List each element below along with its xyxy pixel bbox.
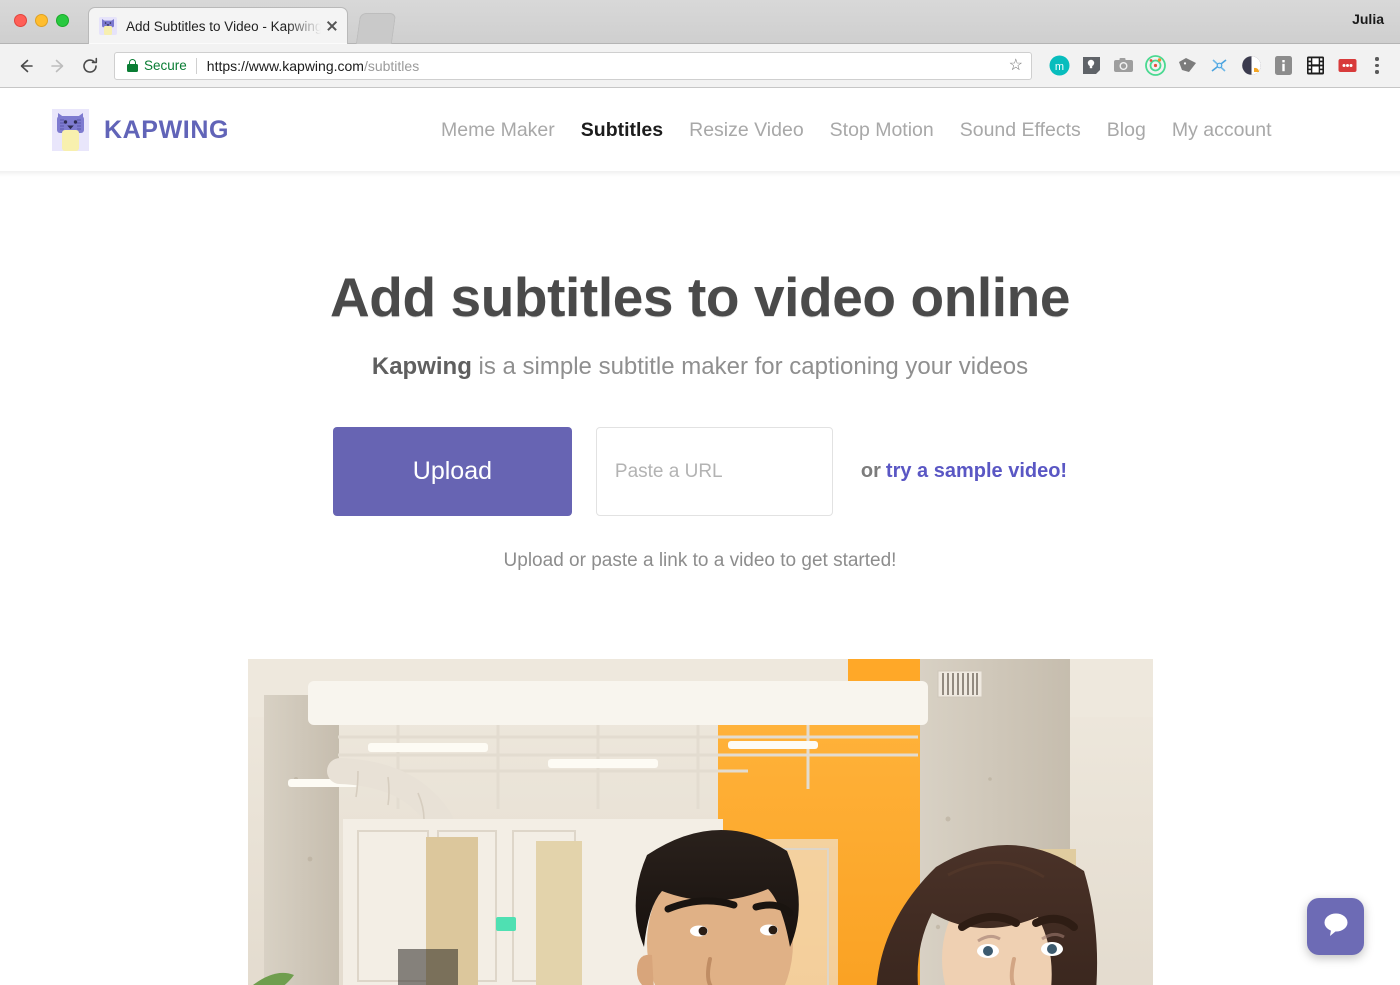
kapwing-logo-link[interactable]: KAPWING <box>52 109 229 151</box>
nav-item-stop-motion[interactable]: Stop Motion <box>830 119 960 142</box>
profile-name[interactable]: Julia <box>1352 11 1384 27</box>
browser-toolbar: Secure https://www.kapwing.com/subtitles… <box>0 44 1400 88</box>
upload-button[interactable]: Upload <box>332 427 572 516</box>
kapwing-cat-favicon <box>99 17 117 35</box>
minimize-window-button[interactable] <box>35 14 48 27</box>
info-extension-icon[interactable] <box>1272 55 1294 77</box>
keep-note-extension-icon[interactable] <box>1080 55 1102 77</box>
url-host: kapwing.com <box>282 57 364 74</box>
url-scheme: https://www. <box>206 57 283 74</box>
back-button[interactable] <box>10 50 42 82</box>
or-text: or <box>860 460 881 482</box>
url-text: https://www.kapwing.com/subtitles <box>207 58 419 74</box>
page-title: Add subtitles to video online <box>329 266 1071 328</box>
url-path: /subtitles <box>363 57 420 74</box>
nav-item-sound-effects[interactable]: Sound Effects <box>960 119 1107 142</box>
speech-bubble-icon <box>1322 911 1350 942</box>
close-tab-icon[interactable] <box>325 19 339 33</box>
paste-url-input[interactable] <box>595 427 833 516</box>
nav-item-meme-maker[interactable]: Meme Maker <box>441 119 581 142</box>
brand-wordmark: KAPWING <box>104 115 230 144</box>
browser-titlebar: Add Subtitles to Video - Kapwing Julia <box>0 0 1400 44</box>
browser-tab[interactable]: Add Subtitles to Video - Kapwing <box>88 7 348 44</box>
chat-bubble-button[interactable] <box>1307 898 1364 955</box>
main-navigation: Meme Maker Subtitles Resize Video Stop M… <box>441 89 1298 171</box>
close-window-button[interactable] <box>14 14 27 27</box>
try-sample-video-link[interactable]: try a sample video! <box>886 460 1067 482</box>
page-subtitle-rest: is a simple subtitle maker for captionin… <box>471 353 1029 380</box>
browser-menu-icon[interactable] <box>1366 57 1388 74</box>
upload-hint-text: Upload or paste a link to a video to get… <box>503 550 897 571</box>
skitch-extension-icon[interactable] <box>1208 55 1230 77</box>
bookmark-star-icon[interactable]: ☆ <box>1009 57 1023 74</box>
page-subtitle: Kapwing is a simple subtitle maker for c… <box>0 353 1400 381</box>
extension-icons: m <box>1048 55 1358 77</box>
new-tab-button[interactable] <box>355 13 397 44</box>
ghostery-extension-icon[interactable] <box>1176 55 1198 77</box>
browser-window: Add Subtitles to Video - Kapwing Julia S… <box>0 0 1400 985</box>
evernote-extension-icon[interactable] <box>1240 55 1262 77</box>
kapwing-cat-logo-icon <box>52 109 89 151</box>
adblock-extension-icon[interactable] <box>1336 55 1358 77</box>
page-subtitle-brand: Kapwing <box>371 353 472 380</box>
site-header: KAPWING Meme Maker Subtitles Resize Vide… <box>0 89 1400 177</box>
omnibox-divider <box>195 57 197 74</box>
svg-text:m: m <box>1054 61 1063 73</box>
address-bar[interactable]: Secure https://www.kapwing.com/subtitles… <box>114 51 1032 80</box>
screenshot-camera-extension-icon[interactable] <box>1112 55 1134 77</box>
maximize-window-button[interactable] <box>56 14 69 27</box>
tab-title: Add Subtitles to Video - Kapwing <box>126 18 321 34</box>
nav-item-resize-video[interactable]: Resize Video <box>689 119 830 142</box>
target-tracker-extension-icon[interactable] <box>1144 55 1166 77</box>
secure-label: Secure <box>144 58 187 73</box>
nav-item-blog[interactable]: Blog <box>1107 119 1172 142</box>
sample-video-prompt: or try a sample video! <box>861 460 1067 483</box>
lock-icon <box>127 59 138 72</box>
window-traffic-lights <box>14 14 69 27</box>
reload-button[interactable] <box>74 50 106 82</box>
web-page: KAPWING Meme Maker Subtitles Resize Vide… <box>0 89 1400 985</box>
film-strip-extension-icon[interactable] <box>1304 55 1326 77</box>
sample-video-preview[interactable] <box>247 659 1153 985</box>
forward-button[interactable] <box>42 50 74 82</box>
hero-section: Add subtitles to video online Kapwing is… <box>0 265 1400 572</box>
cta-row: Upload ortry a sample video! <box>0 427 1400 516</box>
mendeley-extension-icon[interactable]: m <box>1048 55 1070 77</box>
nav-item-subtitles[interactable]: Subtitles <box>581 119 689 142</box>
nav-item-my-account[interactable]: My account <box>1172 119 1298 142</box>
